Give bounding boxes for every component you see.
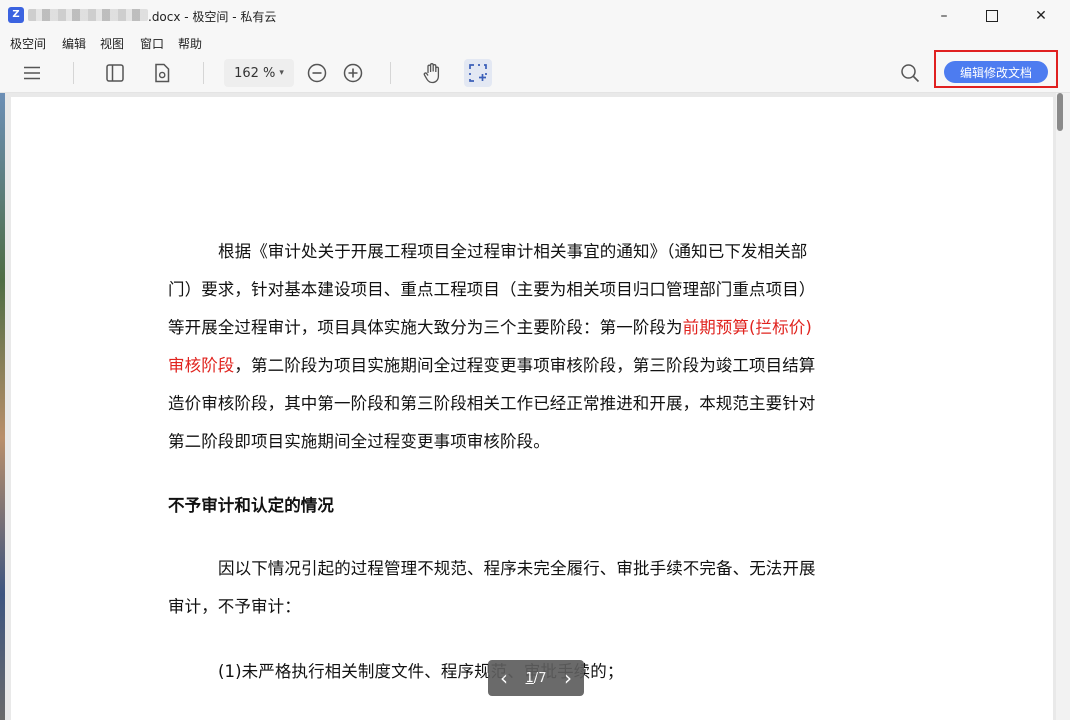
app-logo-icon: Z xyxy=(8,7,24,23)
minimize-button[interactable]: – xyxy=(920,0,968,32)
page-navigator: ‹ 1/7 › xyxy=(488,660,584,696)
next-page-button[interactable]: › xyxy=(564,668,572,688)
toolbar-divider xyxy=(73,62,74,84)
maximize-icon xyxy=(986,10,998,22)
page-indicator: 1/7 xyxy=(526,671,547,686)
menu-help[interactable]: 帮助 xyxy=(178,35,202,52)
toolbar-divider xyxy=(390,62,391,84)
hand-icon xyxy=(423,63,440,84)
edit-button-highlight-box: 编辑修改文档 xyxy=(934,50,1058,88)
vertical-scrollbar[interactable] xyxy=(1056,93,1070,720)
search-button[interactable] xyxy=(896,59,924,87)
app-window: Z .docx - 极空间 - 私有云 – ✕ 极空间 编辑 视图 窗口 帮助 … xyxy=(0,0,1070,720)
highlighted-phase-text: 审核阶段 xyxy=(168,356,235,375)
selection-icon xyxy=(469,64,487,82)
edit-document-button[interactable]: 编辑修改文档 xyxy=(944,61,1048,83)
sidebar-toggle-button[interactable] xyxy=(101,59,129,87)
scrollbar-thumb[interactable] xyxy=(1057,93,1063,131)
select-tool-button[interactable] xyxy=(464,59,492,87)
paragraph-1-line-3: 等开展全过程审计，项目具体实施大致分为三个主要阶段：第一阶段为前期预算(拦标价) xyxy=(168,314,883,338)
zoom-in-button[interactable] xyxy=(339,59,367,87)
paragraph-1-line-6: 第二阶段即项目实施期间全过程变更事项审核阶段。 xyxy=(168,432,550,451)
maximize-button[interactable] xyxy=(968,0,1016,32)
page-settings-button[interactable] xyxy=(148,59,176,87)
background-window-edge xyxy=(0,93,5,720)
window-title: .docx - 极空间 - 私有云 xyxy=(148,10,277,24)
paragraph-1-line-4-text: ，第二阶段为项目实施期间全过程变更事项审核阶段，第三阶段为竣工项目结算 xyxy=(234,356,816,375)
title-bar: Z .docx - 极空间 - 私有云 – ✕ xyxy=(0,0,1070,32)
search-icon xyxy=(901,64,920,83)
menu-edit[interactable]: 编辑 xyxy=(62,35,86,52)
blurred-filename xyxy=(28,9,148,21)
toolbar-divider xyxy=(203,62,204,84)
paragraph-1-line-2: 门）要求，针对基本建设项目、重点工程项目（主要为相关项目归口管理部门重点项目） xyxy=(168,280,816,299)
zoom-select[interactable]: 162 % ▾ xyxy=(224,59,294,87)
toolbar: 162 % ▾ xyxy=(0,54,1070,93)
current-page[interactable]: 1 xyxy=(526,671,534,686)
menu-toggle-button[interactable] xyxy=(18,59,46,87)
zoom-out-icon xyxy=(307,63,327,83)
hamburger-icon xyxy=(24,66,40,80)
menu-view[interactable]: 视图 xyxy=(100,35,124,52)
paragraph-2-line-2: 审计，不予审计： xyxy=(168,597,301,616)
menu-app[interactable]: 极空间 xyxy=(10,35,46,52)
prev-page-button[interactable]: ‹ xyxy=(500,668,508,688)
zoom-value: 162 % xyxy=(234,65,276,81)
paragraph-2-line-1: 因以下情况引起的过程管理不规范、程序未完全履行、审批手续不完备、无法开展 xyxy=(218,559,816,578)
zoom-in-icon xyxy=(343,63,363,83)
menu-bar: 极空间 编辑 视图 窗口 帮助 xyxy=(0,32,1070,54)
total-pages: 7 xyxy=(538,670,547,686)
hand-tool-button[interactable] xyxy=(418,59,446,87)
menu-window[interactable]: 窗口 xyxy=(140,35,164,52)
paragraph-1-line-3-text: 等开展全过程审计，项目具体实施大致分为三个主要阶段：第一阶段为 xyxy=(168,318,683,337)
highlighted-phase-text: 前期预算(拦标价) xyxy=(682,318,812,337)
paragraph-1-line-4: 审核阶段，第二阶段为项目实施期间全过程变更事项审核阶段，第三阶段为竣工项目结算 xyxy=(168,352,883,376)
sidebar-icon xyxy=(106,64,124,82)
paragraph-1-line-5: 造价审核阶段，其中第一阶段和第三阶段相关工作已经正常推进和开展，本规范主要针对 xyxy=(168,394,816,413)
close-button[interactable]: ✕ xyxy=(1017,0,1065,32)
paragraph-1-line-1: 根据《审计处关于开展工程项目全过程审计相关事宜的通知》（通知已下发相关部 xyxy=(218,242,808,261)
section-heading: 不予审计和认定的情况 xyxy=(168,496,334,515)
chevron-down-icon: ▾ xyxy=(279,68,284,78)
zoom-out-button[interactable] xyxy=(303,59,331,87)
document-settings-icon xyxy=(155,63,170,83)
